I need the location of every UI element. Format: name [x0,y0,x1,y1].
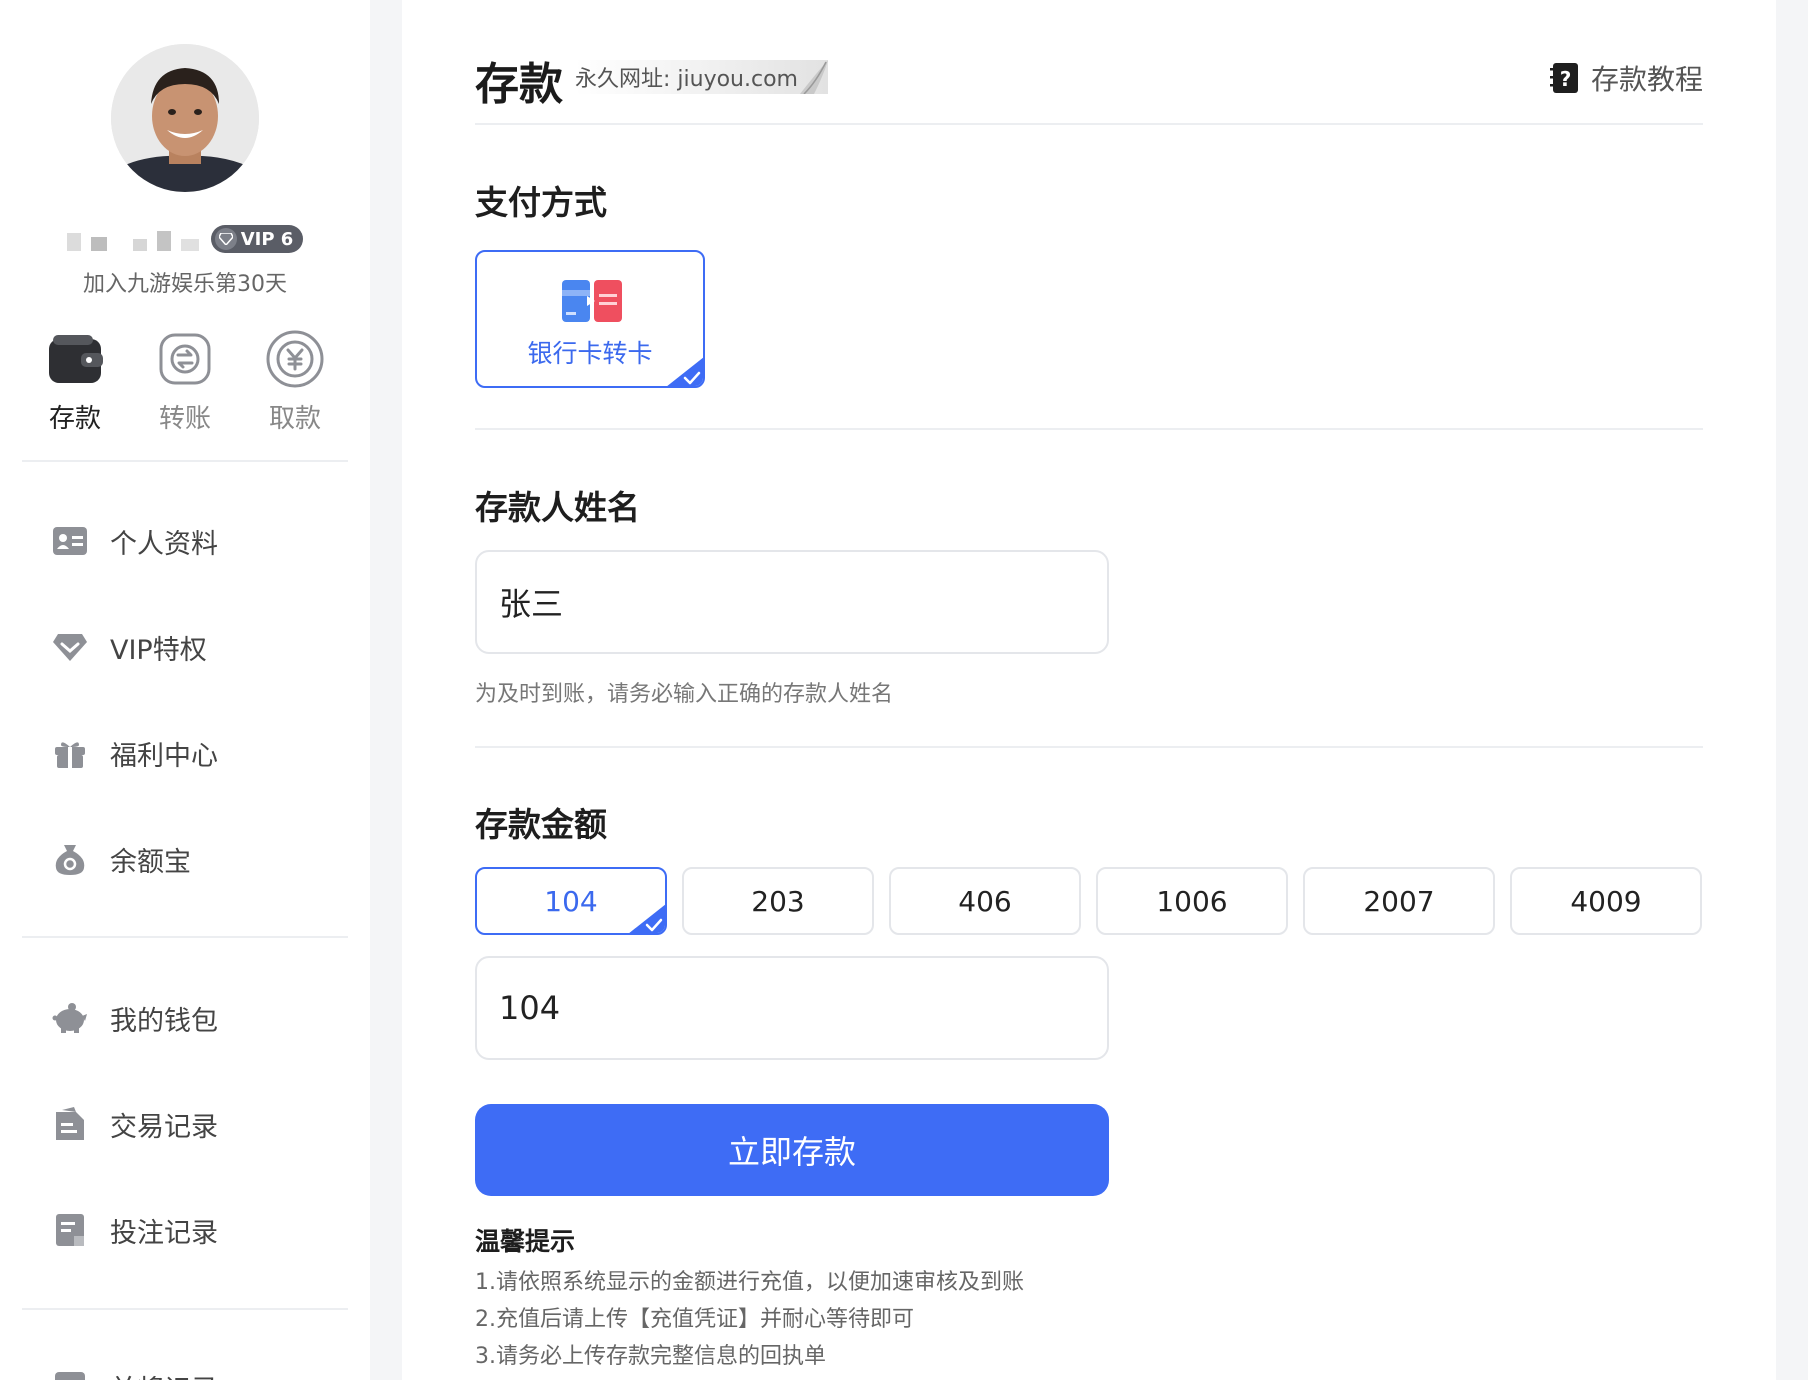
section-divider [475,428,1703,430]
deposit-panel: 存款 永久网址: jiuyou.com ? 存款教程 支付方式 银行卡转卡 存款… [402,0,1776,1380]
deposit-tutorial-link[interactable]: ? 存款教程 [1549,58,1703,98]
amount-option[interactable]: 2007 [1303,867,1495,935]
sidebar-item-label: 余额宝 [110,846,191,878]
amount-option[interactable]: 104 [475,867,667,935]
sidebar-item-welfare[interactable]: 福利中心 [0,700,370,806]
transfer-icon [159,333,211,385]
blurred-username [66,227,199,251]
sidebar-item-label: 个人资料 [110,528,218,560]
amount-option[interactable]: 203 [682,867,874,935]
page-header: 存款 永久网址: jiuyou.com ? 存款教程 [475,44,1703,110]
page-curl-icon [799,60,828,94]
yuan-coin-icon [266,330,324,388]
sidebar-item-yuebao[interactable]: 余额宝 [0,806,370,912]
avatar[interactable] [111,44,259,192]
payment-method-bank-transfer[interactable]: 银行卡转卡 [475,250,705,388]
selected-check-icon [629,904,665,933]
sidebar-divider [22,460,348,462]
amount-option[interactable]: 4009 [1510,867,1702,935]
tip-item: 2.充值后请上传【充值凭证】并耐心等待即可 [475,1307,914,1332]
tip-item: 3.请务必上传存款完整信息的回执单 [475,1344,826,1369]
amount-option-label: 203 [751,884,805,918]
depositor-name-title: 存款人姓名 [475,488,640,527]
selected-check-icon [667,357,703,386]
sidebar-item-profile[interactable]: 个人资料 [0,488,370,594]
sidebar: VIP 6 加入九游娱乐第30天 存款 转账 取款 个人资料 VIP特权 福利中… [0,0,370,1380]
sidebar-divider [22,1308,348,1310]
sidebar-item-label: VIP特权 [110,634,207,666]
amount-option-label: 104 [544,884,598,918]
help-book-icon: ? [1549,63,1578,93]
amount-option[interactable]: 406 [889,867,1081,935]
svg-text:?: ? [1560,67,1572,91]
avatar-portrait-icon [111,44,259,192]
deposit-submit-button[interactable]: 立即存款 [475,1104,1109,1196]
amount-option-label: 406 [958,884,1012,918]
transaction-record-icon [56,1107,84,1140]
vip-level-badge: VIP 6 [210,225,304,253]
bet-record-icon [56,1214,84,1246]
reward-record-icon [55,1372,85,1380]
sidebar-item-label: 投注记录 [110,1217,218,1249]
sidebar-item-label: 并将记录 [110,1368,218,1380]
join-days-text: 加入九游娱乐第30天 [83,272,287,297]
sidebar-item-transactions[interactable]: 交易记录 [0,1071,370,1177]
username-row: VIP 6 [0,225,370,253]
depositor-name-input[interactable] [475,550,1109,654]
depositor-name-hint: 为及时到账，请务必输入正确的存款人姓名 [475,682,894,707]
quick-action-deposit[interactable]: 存款 [20,328,130,435]
permanent-domain-text: 永久网址: jiuyou.com [575,67,798,92]
amount-option-label: 2007 [1363,884,1435,918]
sidebar-item-label: 福利中心 [110,740,218,772]
payment-method-title: 支付方式 [475,183,607,222]
vip-gem-icon [53,634,87,661]
tip-item: 1.请依照系统显示的金额进行充值，以便加速审核及到账 [475,1270,1024,1295]
section-divider [475,123,1703,125]
sidebar-menu-account: 个人资料 VIP特权 福利中心 余额宝 [0,488,370,912]
sidebar-menu-more: 并将记录 [0,1334,370,1380]
quick-action-label: 取款 [268,404,321,434]
permanent-domain-tag: 永久网址: jiuyou.com [575,60,828,94]
sidebar-divider [22,936,348,938]
section-divider [475,746,1703,748]
sidebar-item-vip[interactable]: VIP特权 [0,594,370,700]
tips-title: 温馨提示 [475,1227,576,1256]
sidebar-item-label: 交易记录 [110,1111,218,1143]
page-title: 存款 [475,59,563,110]
quick-action-label: 转账 [158,404,211,434]
tutorial-label: 存款教程 [1590,63,1703,96]
piggy-bank-icon [52,1003,87,1033]
quick-action-label: 存款 [48,404,101,434]
amount-option-label: 4009 [1570,884,1642,918]
amount-option[interactable]: 1006 [1096,867,1288,935]
sidebar-item-reward-record[interactable]: 并将记录 [0,1334,370,1380]
deposit-amount-title: 存款金额 [475,805,607,844]
sidebar-item-wallet[interactable]: 我的钱包 [0,965,370,1071]
sidebar-menu-records: 我的钱包 交易记录 投注记录 [0,965,370,1283]
sidebar-item-bets[interactable]: 投注记录 [0,1177,370,1283]
quick-action-withdraw[interactable]: 取款 [240,328,350,435]
id-card-icon [53,527,87,555]
amount-options: 104 203 406 1006 2007 4009 [475,867,1703,935]
wallet-icon [49,335,103,383]
diamond-icon [214,228,237,250]
gift-icon [55,742,85,768]
bank-card-transfer-icon [562,280,622,322]
money-bag-icon [55,845,85,875]
vip-level-label: VIP 6 [240,228,294,250]
quick-actions: 存款 转账 取款 [20,328,350,435]
amount-option-label: 1006 [1156,884,1228,918]
quick-action-transfer[interactable]: 转账 [130,328,240,435]
sidebar-item-label: 我的钱包 [110,1005,218,1037]
deposit-amount-input[interactable] [475,956,1109,1060]
